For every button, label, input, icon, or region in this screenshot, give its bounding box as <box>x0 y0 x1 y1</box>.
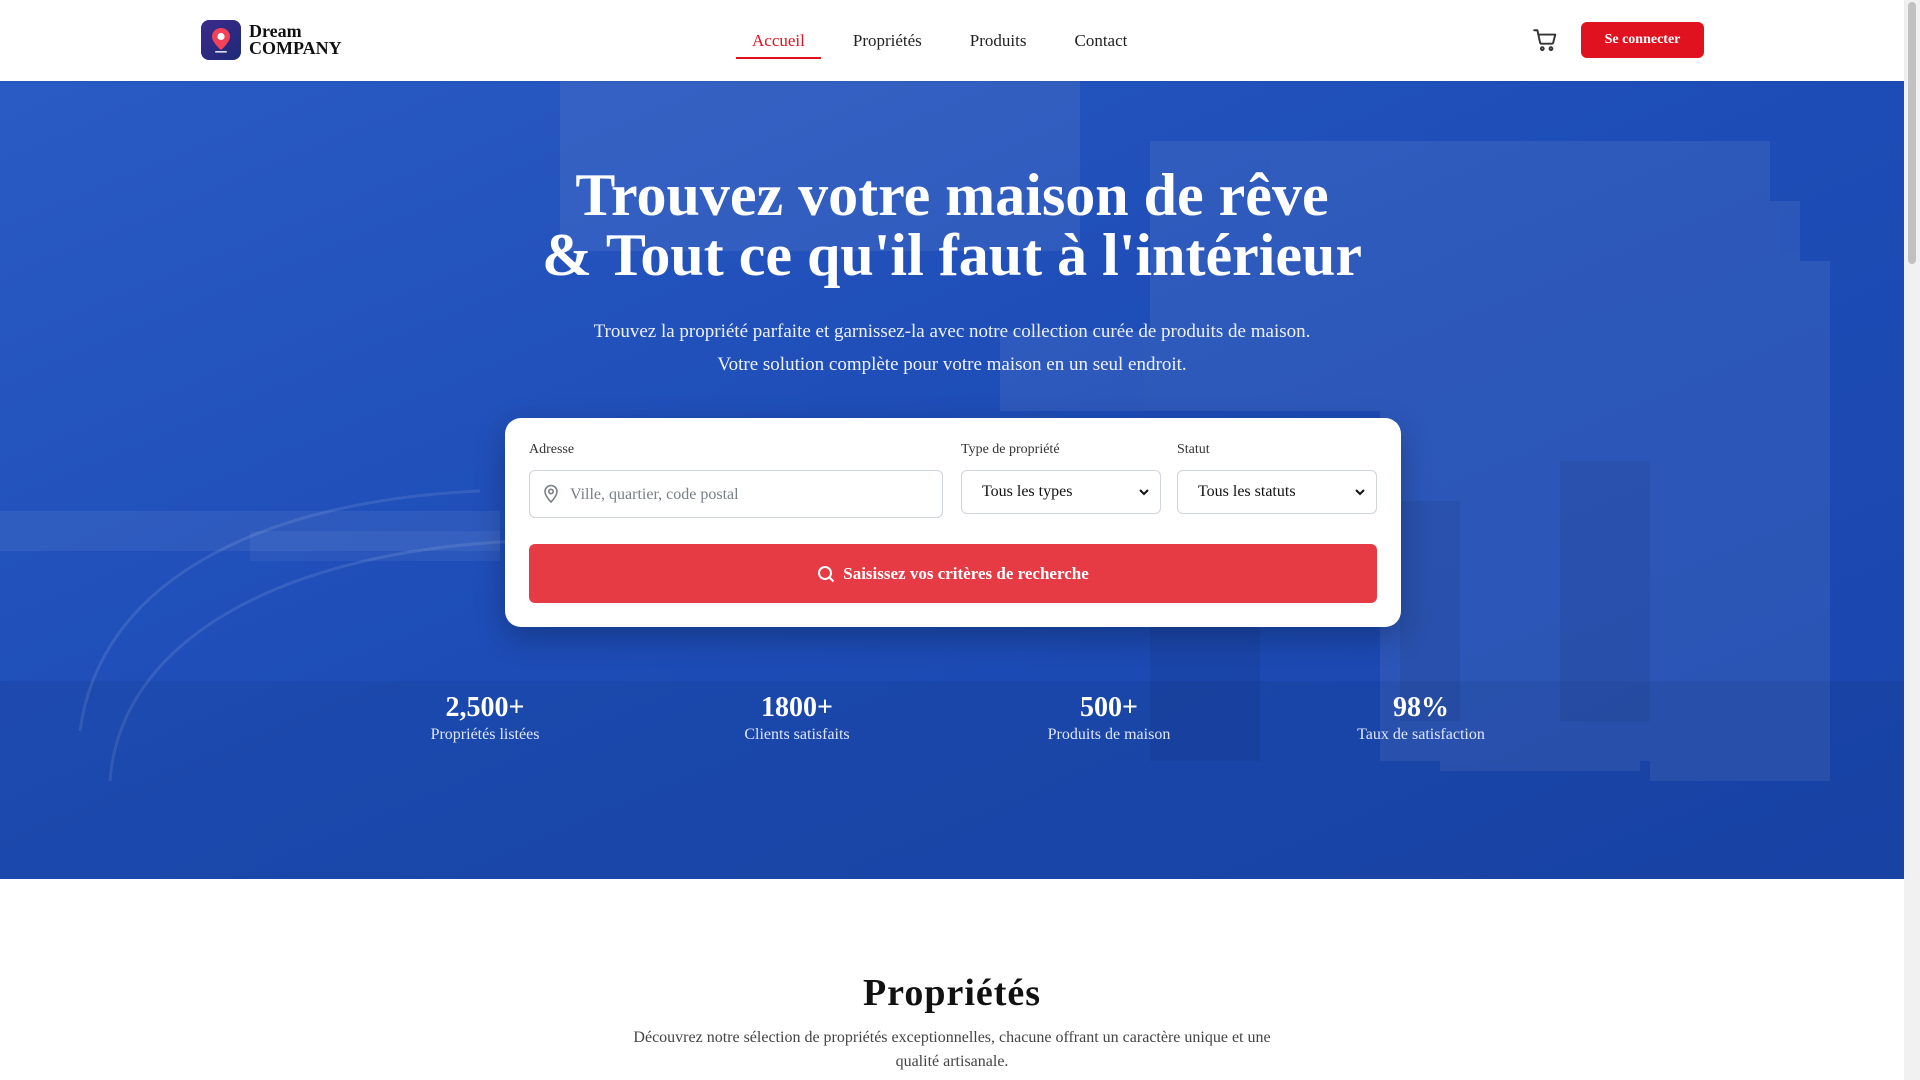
search-card: Adresse Type de propriété Tous les types… <box>505 418 1401 627</box>
properties-title: Propriétés <box>862 972 1042 1014</box>
address-field[interactable] <box>529 470 943 519</box>
nav-item-contact[interactable]: Contact <box>1058 0 1143 81</box>
stat-label: Produits de maison <box>1047 726 1171 743</box>
search-button-label: Saisissez vos critères de recherche <box>843 563 1089 583</box>
search-button[interactable]: Saisissez vos critères de recherche <box>529 544 1377 603</box>
stat-value: 1800+ <box>761 692 833 723</box>
search-icon <box>818 565 835 582</box>
chevron-down-icon <box>1139 489 1149 496</box>
stat-products: 500+ Produits de maison <box>979 692 1239 744</box>
logo-pin-icon <box>201 20 241 60</box>
nav-item-proprietes[interactable]: Propriétés <box>837 0 938 81</box>
type-select[interactable]: Tous les types <box>961 470 1161 514</box>
address-input[interactable] <box>568 471 932 519</box>
main-nav: Accueil Propriétés Produits Contact <box>736 0 1159 81</box>
stat-label: Clients satisfaits <box>744 726 850 743</box>
hero-title-line-1: Trouvez votre maison de rêve <box>575 162 1329 228</box>
shopping-cart-icon[interactable] <box>1532 27 1558 53</box>
logo-line-2: COMPANY <box>249 38 342 58</box>
login-button[interactable]: Se connecter <box>1581 22 1704 58</box>
stat-label: Propriétés listées <box>430 726 540 743</box>
status-select[interactable]: Tous les statuts <box>1177 470 1377 514</box>
map-pin-icon <box>544 484 558 504</box>
hero-title-line-2: & Tout ce qu'il faut à l'intérieur <box>541 222 1363 288</box>
site-header: Dream COMPANY Accueil Propriétés Produit… <box>0 0 1904 81</box>
stat-value: 500+ <box>1080 692 1138 723</box>
stat-value: 2,500+ <box>445 692 525 723</box>
hero-subtitle-line-2: Votre solution complète pour votre maiso… <box>717 354 1187 375</box>
logo[interactable]: Dream COMPANY <box>201 20 342 60</box>
logo-text: Dream COMPANY <box>249 22 342 58</box>
stat-properties: 2,500+ Propriétés listées <box>355 692 615 744</box>
status-select-value: Tous les statuts <box>1198 483 1296 500</box>
chevron-down-icon <box>1355 489 1365 496</box>
stat-clients: 1800+ Clients satisfaits <box>667 692 927 744</box>
scrollbar-thumb[interactable] <box>1908 2 1916 264</box>
page-scrollbar[interactable] <box>1904 0 1920 1080</box>
type-label: Type de propriété <box>961 442 1060 457</box>
nav-item-accueil[interactable]: Accueil <box>736 0 821 81</box>
nav-item-produits[interactable]: Produits <box>954 0 1043 81</box>
stat-value: 98% <box>1393 692 1449 723</box>
hero-subtitle-line-1: Trouvez la propriété parfaite et garniss… <box>593 321 1311 342</box>
hero-subtitle: Trouvez la propriété parfaite et garniss… <box>0 315 1904 381</box>
stat-satisfaction: 98% Taux de satisfaction <box>1291 692 1551 744</box>
hero-section: Trouvez votre maison de rêve & Tout ce q… <box>0 81 1904 879</box>
status-label: Statut <box>1177 442 1210 457</box>
hero-title: Trouvez votre maison de rêve & Tout ce q… <box>0 165 1904 285</box>
properties-description: Découvrez notre sélection de propriétés … <box>633 1029 1271 1070</box>
address-label: Adresse <box>529 442 575 457</box>
stat-label: Taux de satisfaction <box>1357 726 1485 743</box>
type-select-value: Tous les types <box>982 483 1073 500</box>
